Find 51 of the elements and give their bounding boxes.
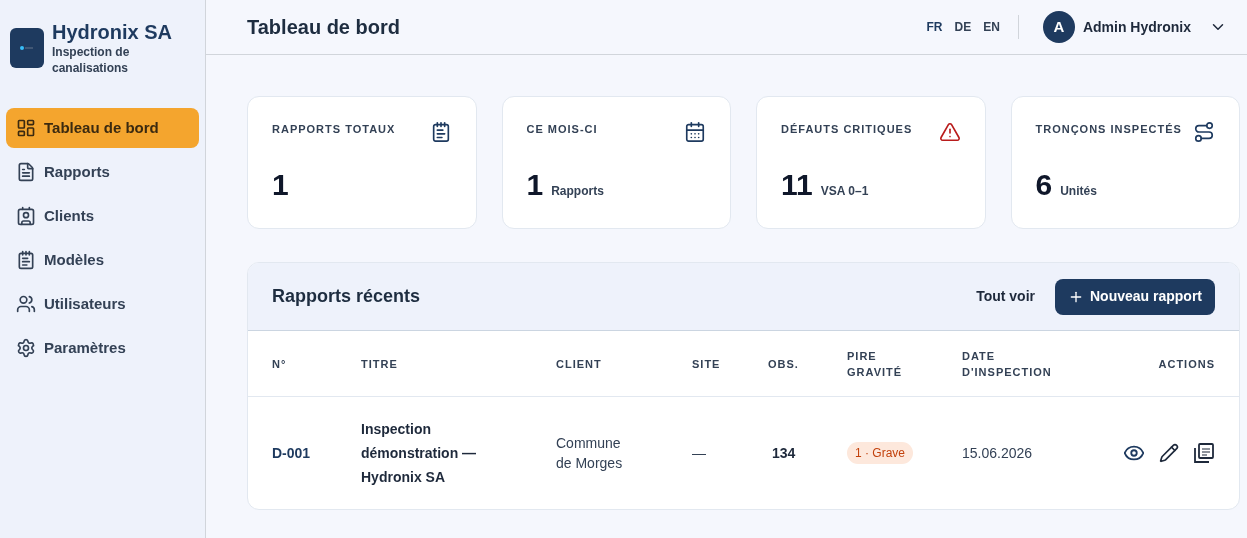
- stat-unit: VSA 0–1: [820, 183, 869, 200]
- brand-subtitle: Inspection de canalisations: [52, 44, 131, 76]
- nav-item[interactable]: Modèles: [6, 240, 199, 280]
- nav-item[interactable]: Utilisateurs: [6, 284, 199, 324]
- stat-label: DÉFAUTS CRITIQUES: [781, 122, 914, 137]
- stat-value: 6: [1035, 167, 1053, 203]
- stat-value: 11: [781, 167, 813, 203]
- table-cell[interactable]: D-001: [272, 442, 361, 464]
- table-cell-text: Inspection démonstration — Hydronix SA: [361, 420, 478, 487]
- column-header: N°: [272, 356, 288, 372]
- table-cell-text: 15.06.2026: [962, 443, 1034, 463]
- table-cell-text: —: [692, 443, 707, 463]
- language-button[interactable]: EN: [983, 18, 1000, 36]
- user-avatar: A: [1042, 11, 1075, 43]
- user-menu[interactable]: A Admin Hydronix: [1042, 11, 1227, 43]
- language-button[interactable]: DE: [954, 18, 972, 36]
- column-header: CLIENT: [556, 356, 603, 372]
- nav-item[interactable]: Rapports: [6, 152, 199, 192]
- column-header: DATE D'INSPECTION: [962, 348, 1053, 380]
- edit-icon[interactable]: [1159, 443, 1179, 463]
- brand-logo: [10, 28, 44, 68]
- nav-item[interactable]: Paramètres: [6, 328, 199, 368]
- see-all-link[interactable]: Tout voir: [976, 286, 1035, 307]
- document-icon: [16, 162, 36, 182]
- column-header: SITE: [692, 356, 722, 372]
- dashboard-icon: [16, 118, 36, 138]
- nav-item[interactable]: Clients: [6, 196, 199, 236]
- stat-label: RAPPORTS TOTAUX: [272, 122, 397, 137]
- panel-title: Rapports récents: [272, 285, 422, 308]
- stat-value: 1: [272, 167, 289, 203]
- notepad-icon: [16, 250, 36, 270]
- column-header: ACTIONS: [1157, 356, 1215, 372]
- language-button[interactable]: FR: [926, 18, 943, 36]
- column-header: PIRE GRAVITÉ: [847, 348, 904, 380]
- stat-value: 1: [526, 167, 544, 203]
- stat-unit: Rapports: [551, 183, 604, 200]
- table-cell-text: Commune de Morges: [556, 434, 624, 473]
- settings-icon: [16, 338, 36, 358]
- nav-item[interactable]: Tableau de bord: [6, 108, 199, 148]
- column-header: OBS.: [768, 356, 800, 372]
- new-report-button[interactable]: Nouveau rapport: [1055, 278, 1215, 315]
- column-header: TITRE: [361, 356, 399, 372]
- contact-card-icon: [16, 206, 36, 226]
- page-title: Tableau de bord: [247, 15, 401, 40]
- brand-name: Hydronix SA: [52, 20, 173, 44]
- users-icon: [16, 294, 36, 314]
- stat-unit: Unités: [1060, 183, 1097, 200]
- table-cell-text: 134: [771, 443, 797, 463]
- severity-tag: 1 · Grave: [847, 442, 913, 464]
- stat-label: CE MOIS-CI: [526, 122, 599, 137]
- stat-label: TRONÇONS INSPECTÉS: [1035, 122, 1183, 137]
